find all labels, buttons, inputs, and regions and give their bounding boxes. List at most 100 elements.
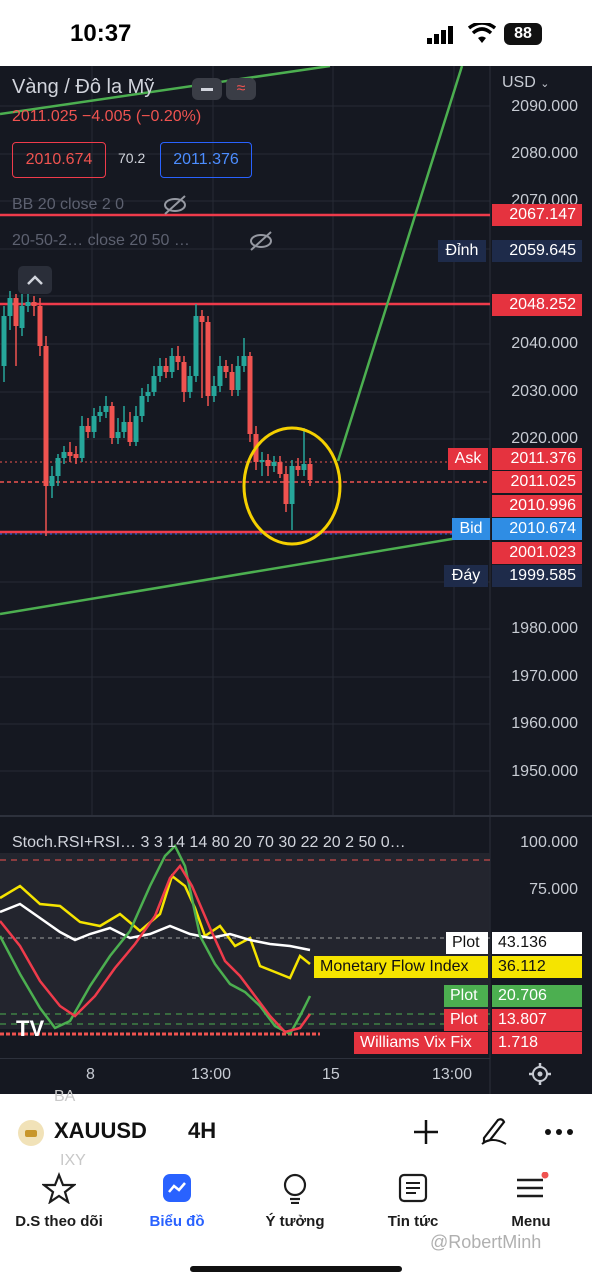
sell-box[interactable]: 2010.674 xyxy=(12,142,106,178)
candle-body xyxy=(61,452,67,458)
projection-line xyxy=(336,66,464,462)
candle-body xyxy=(295,466,301,470)
chart-icon xyxy=(163,1174,191,1202)
time-tick: 8 xyxy=(86,1066,95,1083)
price-label-high: 2059.645 xyxy=(492,240,582,262)
draw-pen-icon[interactable] xyxy=(478,1114,510,1146)
bottom-tab-bar: D.S theo dõi Biểu đồ Ý tưởng Tin tức Men… xyxy=(0,1166,592,1280)
chevron-down-icon: ⌄ xyxy=(540,78,550,90)
news-icon xyxy=(398,1173,428,1203)
lightbulb-icon xyxy=(283,1173,307,1205)
tab-label: Menu xyxy=(511,1213,551,1230)
currency-selector[interactable]: USD ⌄ xyxy=(502,74,549,92)
tab-label: Ý tưởng xyxy=(265,1213,325,1230)
price-label-last: 2011.025 xyxy=(492,471,582,493)
symbol-bar: BA XAUUSD 4H IXY xyxy=(0,1088,592,1169)
price-tick: 2040.000 xyxy=(511,335,578,352)
eye-hidden-icon-2[interactable] xyxy=(248,230,274,252)
candle-body xyxy=(259,460,265,462)
minus-icon[interactable] xyxy=(192,78,222,100)
candle-body xyxy=(133,416,139,442)
status-bar: 10:37 88 xyxy=(0,0,592,66)
candle-body xyxy=(229,372,235,390)
ma-indicator-label[interactable]: 20-50-2… close 20 50 … xyxy=(12,232,190,250)
plot-value-2: 20.706 xyxy=(492,985,582,1007)
candle-body xyxy=(49,476,55,486)
price-label-support: 2001.023 xyxy=(492,542,582,564)
menu-icon xyxy=(517,1171,549,1198)
price-label-bid: 2010.674 xyxy=(492,518,582,540)
wvf-label: Williams Vix Fix xyxy=(354,1032,488,1054)
mfi-value: 36.112 xyxy=(492,956,582,978)
tab-chart[interactable]: Biểu đồ xyxy=(118,1172,236,1230)
candle-body xyxy=(301,464,307,470)
price-label-resistance-2: 2048.252 xyxy=(492,294,582,316)
lower-trendline xyxy=(0,534,471,616)
symbol-name[interactable]: XAUUSD xyxy=(54,1118,147,1144)
eye-hidden-icon[interactable] xyxy=(162,194,188,216)
oscillator-title[interactable]: Stoch.RSI+RSI… 3 3 14 14 80 20 70 30 22 … xyxy=(12,834,406,852)
candle-body xyxy=(205,322,211,396)
bid-tag: Bid xyxy=(452,518,490,540)
candle-body xyxy=(307,464,313,480)
tab-label: Tin tức xyxy=(387,1213,439,1230)
price-tick: 1980.000 xyxy=(511,620,578,637)
plot-label-1: Plot xyxy=(446,932,488,954)
settings-gear-icon[interactable] xyxy=(528,1062,552,1086)
tab-news[interactable]: Tin tức xyxy=(354,1172,472,1230)
candle-body xyxy=(127,422,133,442)
candle-body xyxy=(241,356,247,366)
bb-indicator-label[interactable]: BB 20 close 2 0 xyxy=(12,196,124,214)
ask-tag: Ask xyxy=(448,448,488,470)
candle-body xyxy=(217,366,223,386)
plus-icon[interactable] xyxy=(412,1118,440,1146)
candle-body xyxy=(109,406,115,438)
candle-body xyxy=(97,412,103,416)
candle-body xyxy=(43,346,49,486)
more-icon[interactable] xyxy=(544,1128,574,1136)
candle-body xyxy=(211,386,217,396)
tab-ideas[interactable]: Ý tưởng xyxy=(236,1172,354,1230)
osc-tick: 75.000 xyxy=(529,881,578,898)
quote-change: 2011.025 −4.005 (−0.20%) xyxy=(12,108,202,125)
candle-body xyxy=(37,306,43,346)
price-label-resistance-1: 2067.147 xyxy=(492,204,582,226)
currency-label: USD xyxy=(502,74,536,91)
spread-value: 70.2 xyxy=(118,150,146,166)
price-tick: 1960.000 xyxy=(511,715,578,732)
gold-icon xyxy=(18,1120,44,1146)
plot-value-3: 13.807 xyxy=(492,1009,582,1031)
buy-box[interactable]: 2011.376 xyxy=(160,142,252,178)
mfi-label: Monetary Flow Index xyxy=(314,956,488,978)
candle-body xyxy=(73,454,79,458)
timeframe-selector[interactable]: 4H xyxy=(188,1118,216,1144)
candle-body xyxy=(115,432,121,438)
candle-body xyxy=(157,366,163,376)
price-tick: 2080.000 xyxy=(511,145,578,162)
tab-menu[interactable]: Menu xyxy=(472,1171,590,1230)
osc-tick: 100.000 xyxy=(520,834,578,851)
candle-body xyxy=(181,362,187,392)
wifi-icon xyxy=(468,23,496,43)
candle-body xyxy=(7,298,13,316)
wvf-value: 1.718 xyxy=(492,1032,582,1054)
tab-watchlist[interactable]: D.S theo dõi xyxy=(0,1172,118,1230)
price-tick: 2020.000 xyxy=(511,430,578,447)
candle-body xyxy=(265,460,271,466)
time-tick: 15 xyxy=(322,1066,340,1083)
candlesticks xyxy=(1,291,313,536)
candle-body xyxy=(19,306,25,328)
tab-label: D.S theo dõi xyxy=(15,1213,103,1230)
ghost-symbol-top: BA xyxy=(54,1088,76,1105)
collapse-button[interactable] xyxy=(18,266,52,294)
plot-label-3: Plot xyxy=(444,1009,488,1031)
low-tag: Đáy xyxy=(444,565,488,587)
price-label-ask: 2011.376 xyxy=(492,448,582,470)
symbol-title: Vàng / Đô la Mỹ xyxy=(12,76,155,98)
home-indicator xyxy=(190,1266,402,1272)
plot-value-1: 43.136 xyxy=(492,932,582,954)
candle-body xyxy=(67,452,73,456)
candle-body xyxy=(121,422,127,432)
chart-area[interactable]: Vàng / Đô la Mỹ ≈ 2011.025 −4.005 (−0.20… xyxy=(0,66,592,1094)
wave-icon[interactable]: ≈ xyxy=(226,78,256,100)
